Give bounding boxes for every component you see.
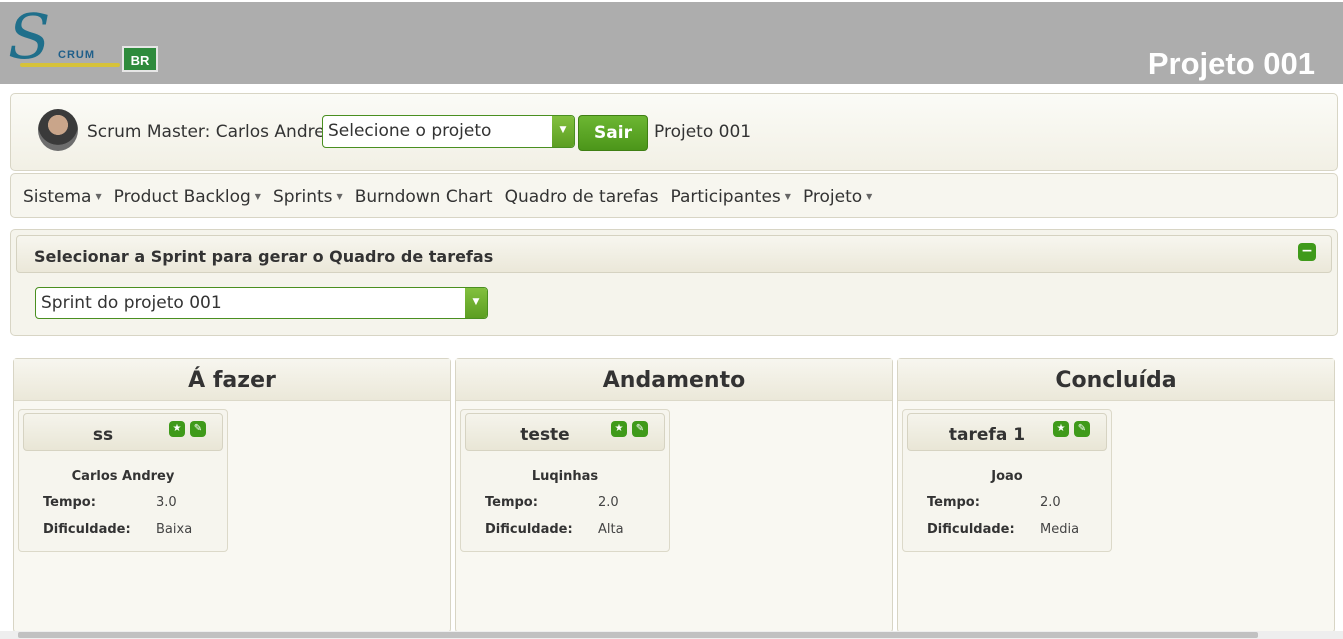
menu-item-label: Sprints <box>272 186 333 207</box>
minus-icon[interactable]: − <box>1298 243 1316 261</box>
caret-down-icon: ▼ <box>254 192 261 201</box>
caret-down-icon: ▼ <box>95 192 102 201</box>
card-header: teste ★ ✎ <box>465 413 665 451</box>
column-title: Concluída <box>898 359 1334 401</box>
project-select-value: Selecione o projeto <box>328 121 492 141</box>
column-title: Andamento <box>456 359 892 401</box>
menu-item-quadro-de-tarefas[interactable]: Quadro de tarefas <box>505 187 659 207</box>
tempo-value: 3.0 <box>156 495 177 510</box>
logo-letter: S <box>8 0 51 73</box>
main-menu: Sistema ▼ Product Backlog ▼ Sprints ▼ Burnd… <box>10 173 1338 218</box>
user-bar: Scrum Master: Carlos Andrey Selecione o … <box>10 93 1338 171</box>
card-assignee: Luqinhas <box>531 469 599 484</box>
header-bar: S CRUM BR Projeto 001 <box>0 0 1343 84</box>
card-header: tarefa 1 ★ ✎ <box>907 413 1107 451</box>
caret-down-icon: ▼ <box>784 192 791 201</box>
dificuldade-value: Media <box>1040 522 1080 537</box>
menu-item-participantes[interactable]: Participantes ▼ <box>670 187 790 207</box>
project-select[interactable]: Selecione o projeto ▼ <box>322 115 575 148</box>
task-card[interactable]: tarefa 1 ★ ✎ Joao Tempo: 2.0 Dificuldade… <box>902 409 1112 552</box>
pencil-icon[interactable]: ✎ <box>632 421 648 437</box>
card-title: tarefa 1 <box>948 425 1026 445</box>
caret-down-icon[interactable]: ▼ <box>552 116 574 147</box>
caret-down-icon: ▼ <box>336 192 343 201</box>
tempo-value: 2.0 <box>598 495 619 510</box>
menu-item-product-backlog[interactable]: Product Backlog ▼ <box>114 187 261 207</box>
card-title: teste <box>520 425 570 445</box>
tempo-value: 2.0 <box>1040 495 1061 510</box>
card-header: ss ★ ✎ <box>23 413 223 451</box>
sprint-panel-header: Selecionar a Sprint para gerar o Quadro … <box>16 235 1332 273</box>
tempo-label: Tempo: <box>485 495 538 510</box>
caret-down-icon[interactable]: ▼ <box>465 288 487 318</box>
current-project-label: Projeto 001 <box>654 122 752 142</box>
column-title: Á fazer <box>14 359 450 401</box>
menu-item-label: Product Backlog <box>113 186 251 207</box>
card-assignee: Joao <box>991 469 1023 484</box>
task-card[interactable]: ss ★ ✎ Carlos Andrey Tempo: 3.0 Dificuld… <box>18 409 228 552</box>
card-assignee: Carlos Andrey <box>71 469 175 484</box>
menu-item-label: Projeto <box>802 186 863 207</box>
dificuldade-value: Alta <box>598 522 624 537</box>
pencil-icon[interactable]: ✎ <box>190 421 206 437</box>
menu-item-label: Participantes <box>670 186 781 207</box>
menu-item-burndown-chart[interactable]: Burndown Chart <box>355 187 493 207</box>
avatar <box>38 109 78 151</box>
menu-item-label: Burndown Chart <box>354 186 493 207</box>
menu-item-projeto[interactable]: Projeto ▼ <box>803 187 872 207</box>
page-title: Projeto 001 <box>1147 46 1315 81</box>
scrollbar-thumb[interactable] <box>18 632 1258 638</box>
sprint-selection-panel: Selecionar a Sprint para gerar o Quadro … <box>10 229 1338 336</box>
sprint-select-value: Sprint do projeto 001 <box>41 293 222 313</box>
star-icon[interactable]: ★ <box>1053 421 1069 437</box>
dificuldade-value: Baixa <box>156 522 193 537</box>
board-column-todo: Á fazer ss ★ ✎ Carlos Andrey Tempo: 3.0 … <box>13 358 451 633</box>
menu-item-label: Quadro de tarefas <box>504 186 659 207</box>
pencil-icon[interactable]: ✎ <box>1074 421 1090 437</box>
logo-badge: BR <box>122 46 158 72</box>
card-title: ss <box>92 425 114 445</box>
dificuldade-label: Dificuldade: <box>927 522 1015 537</box>
board-column-in-progress: Andamento teste ★ ✎ Luqinhas Tempo: 2.0 … <box>455 358 893 633</box>
logo-underline <box>20 63 120 67</box>
tempo-label: Tempo: <box>927 495 980 510</box>
sprint-panel-title: Selecionar a Sprint para gerar o Quadro … <box>34 247 494 266</box>
dificuldade-label: Dificuldade: <box>485 522 573 537</box>
scrum-br-logo[interactable]: S CRUM BR <box>4 2 164 78</box>
task-card[interactable]: teste ★ ✎ Luqinhas Tempo: 2.0 Dificuldad… <box>460 409 670 552</box>
scrum-master-label: Scrum Master: Carlos Andrey <box>87 122 335 142</box>
tempo-label: Tempo: <box>43 495 96 510</box>
logo-text: CRUM <box>58 49 95 61</box>
logout-button[interactable]: Sair <box>578 115 648 151</box>
sprint-select[interactable]: Sprint do projeto 001 ▼ <box>35 287 488 319</box>
star-icon[interactable]: ★ <box>611 421 627 437</box>
board-column-done: Concluída tarefa 1 ★ ✎ Joao Tempo: 2.0 D… <box>897 358 1335 633</box>
star-icon[interactable]: ★ <box>169 421 185 437</box>
menu-item-sistema[interactable]: Sistema ▼ <box>23 187 102 207</box>
caret-down-icon: ▼ <box>866 192 873 201</box>
menu-item-sprints[interactable]: Sprints ▼ <box>273 187 343 207</box>
menu-item-label: Sistema <box>23 186 92 207</box>
dificuldade-label: Dificuldade: <box>43 522 131 537</box>
horizontal-scrollbar[interactable] <box>0 631 1343 639</box>
